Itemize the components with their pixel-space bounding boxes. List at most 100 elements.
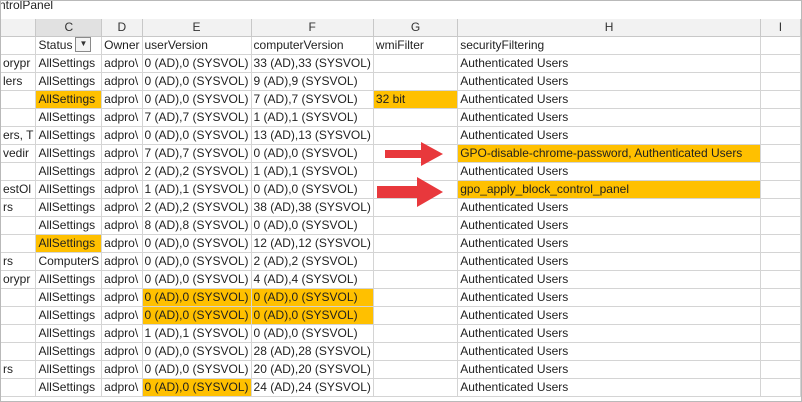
cell-g[interactable]: [373, 54, 459, 73]
cell-f[interactable]: 20 (AD),20 (SYSVOL): [251, 360, 374, 379]
cell-c[interactable]: AllSettings: [35, 378, 103, 397]
cell-e[interactable]: 2 (AD),2 (SYSVOL): [142, 162, 252, 181]
cell-a[interactable]: rs: [1, 360, 37, 379]
cell-a[interactable]: ers, T: [1, 126, 37, 145]
cell-c[interactable]: ComputerS: [35, 252, 103, 271]
cell-h[interactable]: Authenticated Users: [457, 270, 761, 289]
cell-c[interactable]: AllSettings: [35, 108, 103, 127]
cell-f[interactable]: 13 (AD),13 (SYSVOL): [251, 126, 374, 145]
cell-c[interactable]: AllSettings: [35, 126, 103, 145]
cell-c[interactable]: AllSettings: [35, 198, 103, 217]
cell-g[interactable]: [373, 288, 459, 307]
cell-h[interactable]: Authenticated Users: [457, 216, 761, 235]
cell-a[interactable]: rs: [1, 198, 37, 217]
cell-f[interactable]: 38 (AD),38 (SYSVOL): [251, 198, 374, 217]
cell-d[interactable]: adpro\: [101, 144, 143, 163]
cell-g[interactable]: 32 bit: [373, 90, 459, 109]
column-letter[interactable]: G: [373, 19, 459, 37]
cell-e[interactable]: 0 (AD),0 (SYSVOL): [142, 126, 252, 145]
cell-i[interactable]: [760, 378, 801, 397]
cell-e[interactable]: 7 (AD),7 (SYSVOL): [142, 144, 252, 163]
cell-d[interactable]: adpro\: [101, 90, 143, 109]
cell-e[interactable]: 0 (AD),0 (SYSVOL): [142, 72, 252, 91]
cell-f[interactable]: 1 (AD),1 (SYSVOL): [251, 162, 374, 181]
cell-g[interactable]: [373, 324, 459, 343]
cell-e[interactable]: 0 (AD),0 (SYSVOL): [142, 306, 252, 325]
cell-g[interactable]: [373, 378, 459, 397]
cell-a[interactable]: [1, 378, 37, 397]
cell-i[interactable]: [760, 234, 801, 253]
cell-e[interactable]: 7 (AD),7 (SYSVOL): [142, 108, 252, 127]
cell-h[interactable]: gpo_apply_block_control_panel: [457, 180, 761, 199]
cell-i[interactable]: [760, 360, 801, 379]
cell-h[interactable]: Authenticated Users: [457, 90, 761, 109]
header-cell-empty[interactable]: [760, 36, 801, 55]
cell-i[interactable]: [760, 108, 801, 127]
column-letter[interactable]: H: [457, 19, 761, 37]
cell-i[interactable]: [760, 126, 801, 145]
formula-bar[interactable]: ntrolPanel: [1, 1, 801, 20]
cell-d[interactable]: adpro\: [101, 108, 143, 127]
cell-e[interactable]: 0 (AD),0 (SYSVOL): [142, 360, 252, 379]
cell-f[interactable]: 0 (AD),0 (SYSVOL): [251, 180, 374, 199]
cell-a[interactable]: [1, 324, 37, 343]
cell-f[interactable]: 0 (AD),0 (SYSVOL): [251, 216, 374, 235]
cell-a[interactable]: rs: [1, 252, 37, 271]
cell-g[interactable]: [373, 342, 459, 361]
cell-f[interactable]: 9 (AD),9 (SYSVOL): [251, 72, 374, 91]
cell-a[interactable]: estOl: [1, 180, 37, 199]
cell-d[interactable]: adpro\: [101, 252, 143, 271]
cell-i[interactable]: [760, 288, 801, 307]
cell-d[interactable]: adpro\: [101, 378, 143, 397]
cell-h[interactable]: Authenticated Users: [457, 306, 761, 325]
cell-h[interactable]: Authenticated Users: [457, 378, 761, 397]
cell-e[interactable]: 0 (AD),0 (SYSVOL): [142, 234, 252, 253]
cell-i[interactable]: [760, 306, 801, 325]
cell-e[interactable]: 0 (AD),0 (SYSVOL): [142, 252, 252, 271]
cell-a[interactable]: lers: [1, 72, 37, 91]
cell-f[interactable]: 28 (AD),28 (SYSVOL): [251, 342, 374, 361]
cell-g[interactable]: [373, 216, 459, 235]
cell-f[interactable]: 0 (AD),0 (SYSVOL): [251, 324, 374, 343]
cell-c[interactable]: AllSettings: [35, 270, 103, 289]
cell-d[interactable]: adpro\: [101, 198, 143, 217]
cell-g[interactable]: [373, 270, 459, 289]
cell-h[interactable]: Authenticated Users: [457, 234, 761, 253]
header-cell[interactable]: securityFiltering: [457, 36, 761, 55]
cell-f[interactable]: 12 (AD),12 (SYSVOL): [251, 234, 374, 253]
cell-d[interactable]: adpro\: [101, 342, 143, 361]
cell-d[interactable]: adpro\: [101, 162, 143, 181]
cell-a[interactable]: [1, 162, 37, 181]
cell-h[interactable]: Authenticated Users: [457, 108, 761, 127]
cell-e[interactable]: 1 (AD),1 (SYSVOL): [142, 324, 252, 343]
cell-a[interactable]: [1, 90, 37, 109]
cell-a[interactable]: [1, 342, 37, 361]
cell-i[interactable]: [760, 162, 801, 181]
cell-i[interactable]: [760, 252, 801, 271]
column-letter[interactable]: D: [101, 19, 143, 37]
cell-h[interactable]: Authenticated Users: [457, 54, 761, 73]
cell-h[interactable]: Authenticated Users: [457, 72, 761, 91]
cell-e[interactable]: 2 (AD),2 (SYSVOL): [142, 198, 252, 217]
cell-c[interactable]: AllSettings: [35, 90, 103, 109]
cell-a[interactable]: orypr: [1, 54, 37, 73]
cell-f[interactable]: 4 (AD),4 (SYSVOL): [251, 270, 374, 289]
cell-d[interactable]: adpro\: [101, 288, 143, 307]
column-letter[interactable]: E: [142, 19, 252, 37]
cell-g[interactable]: [373, 72, 459, 91]
cell-f[interactable]: 2 (AD),2 (SYSVOL): [251, 252, 374, 271]
cell-a[interactable]: [1, 306, 37, 325]
cell-h[interactable]: Authenticated Users: [457, 252, 761, 271]
cell-h[interactable]: Authenticated Users: [457, 198, 761, 217]
header-cell[interactable]: wmiFilter: [373, 36, 459, 55]
cell-e[interactable]: 0 (AD),0 (SYSVOL): [142, 90, 252, 109]
cell-d[interactable]: adpro\: [101, 216, 143, 235]
cell-f[interactable]: 33 (AD),33 (SYSVOL): [251, 54, 374, 73]
cell-d[interactable]: adpro\: [101, 270, 143, 289]
header-cell[interactable]: userVersion: [142, 36, 252, 55]
cell-c[interactable]: AllSettings: [35, 234, 103, 253]
cell-i[interactable]: [760, 72, 801, 91]
cell-h[interactable]: Authenticated Users: [457, 162, 761, 181]
cell-h[interactable]: Authenticated Users: [457, 288, 761, 307]
cell-d[interactable]: adpro\: [101, 360, 143, 379]
